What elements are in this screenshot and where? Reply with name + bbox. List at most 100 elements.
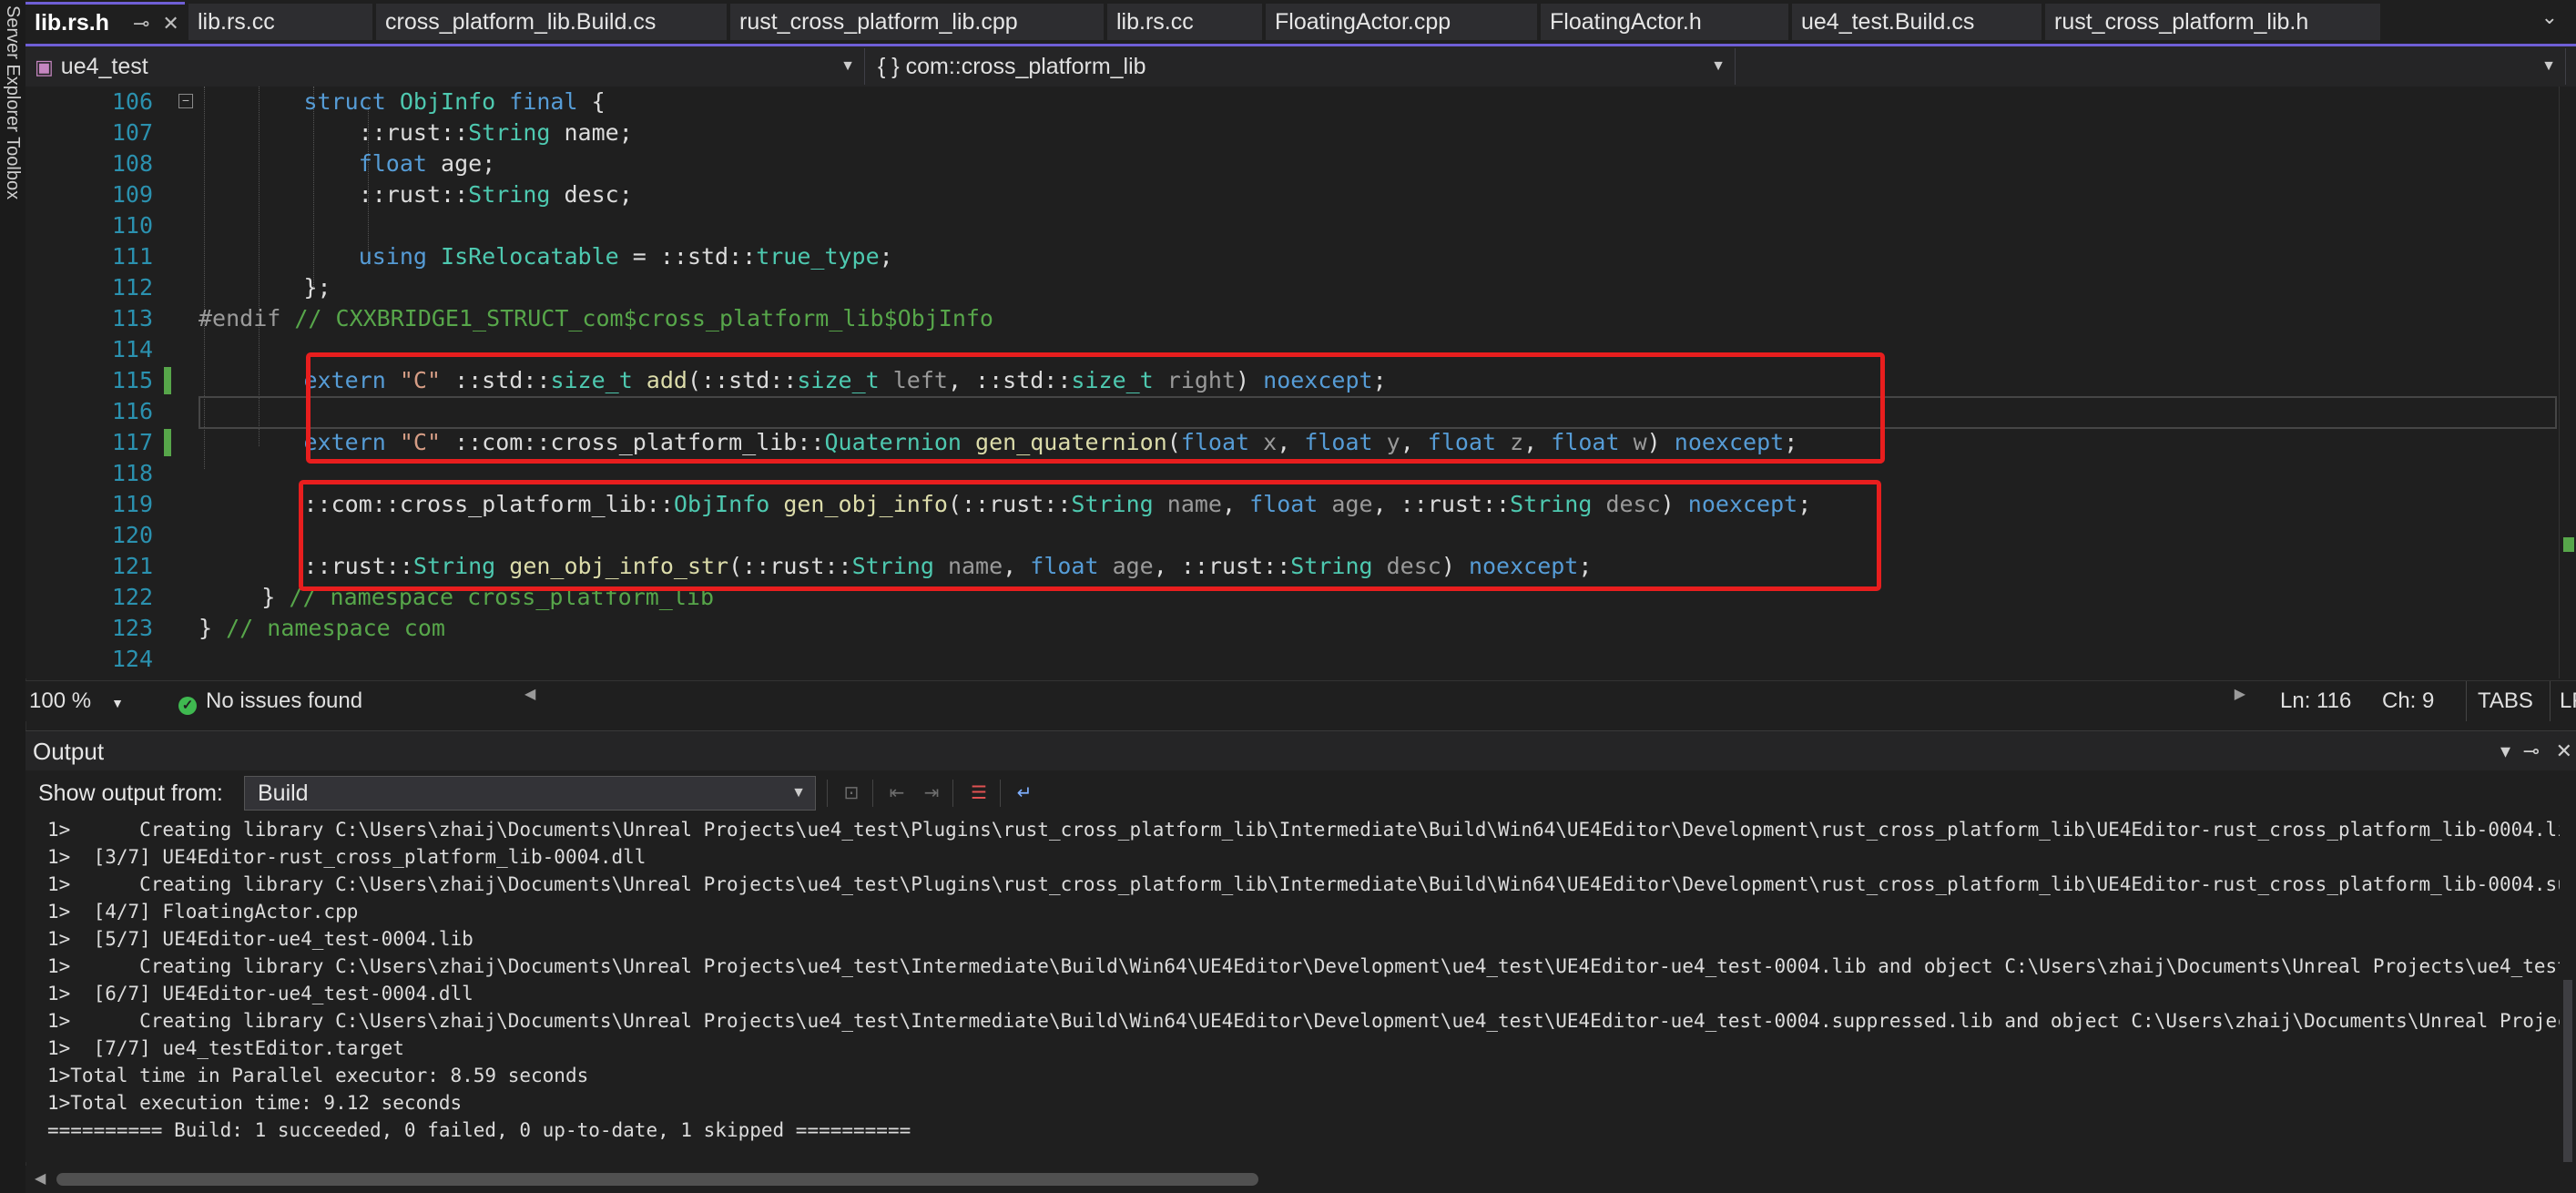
code-text: } // namespace com <box>199 613 445 644</box>
scroll-left-icon[interactable]: ◀ <box>35 1169 46 1188</box>
line-number: 112 <box>111 274 153 301</box>
side-tool-strip[interactable]: Server Explorer Toolbox <box>0 0 26 1193</box>
tab-label: lib.rs.cc <box>198 9 275 35</box>
show-output-from-value: Build <box>258 780 309 806</box>
word-wrap-icon[interactable]: ↵ <box>1011 780 1038 807</box>
editor-status-bar: 100 % ▼ ✓ No issues found ◀ ▶ Ln: 116 Ch: … <box>25 680 2576 721</box>
tab-lib-rs-cc[interactable]: lib.rs.cc <box>188 4 372 40</box>
line-ending-indicator[interactable]: LF <box>2550 681 2576 721</box>
code-line[interactable]: 124 <box>25 644 2557 675</box>
scope-dropdown[interactable]: { } com::cross_platform_lib ▼ <box>867 48 1736 85</box>
code-token: // CXXBRIDGE1_STRUCT_com$cross_platform_… <box>294 305 993 331</box>
zoom-dropdown[interactable]: 100 % ▼ <box>29 681 124 723</box>
log-line: 1> Creating library C:\Users\zhaij\Docum… <box>47 955 2560 977</box>
clear-all-icon[interactable]: ☰ <box>965 780 993 807</box>
line-number: 118 <box>111 460 153 486</box>
tab-label: ue4_test.Build.cs <box>1801 9 1975 35</box>
tab-overflow-chevron-icon[interactable]: ⌄ <box>2541 5 2558 29</box>
zoom-value: 100 % <box>29 688 92 713</box>
next-message-icon[interactable]: ⇥ <box>918 780 945 807</box>
code-line[interactable]: 113 #endif // CXXBRIDGE1_STRUCT_com$cross… <box>25 303 2557 334</box>
line-number: 111 <box>111 243 153 270</box>
highlight-box-extern-c <box>306 352 1885 464</box>
code-line[interactable]: 106 − struct ObjInfo final { <box>25 87 2557 117</box>
line-number: 124 <box>111 646 153 672</box>
tab-label: rust_cross_platform_lib.cpp <box>739 9 1018 35</box>
code-line[interactable]: 110 <box>25 210 2557 241</box>
scroll-left-icon[interactable]: ◀ <box>524 685 535 703</box>
line-number: 110 <box>111 212 153 239</box>
check-circle-icon: ✓ <box>178 697 197 715</box>
output-log[interactable]: 1> Creating library C:\Users\zhaij\Docum… <box>25 816 2560 1162</box>
scroll-right-icon[interactable]: ▶ <box>2235 685 2245 703</box>
code-text: #endif // CXXBRIDGE1_STRUCT_com$cross_pl… <box>199 303 993 334</box>
side-strip-label[interactable]: Server Explorer Toolbox <box>2 5 23 199</box>
editor-vertical-scrollbar[interactable] <box>2559 87 2576 678</box>
code-text: using IsRelocatable = ::std::true_type; <box>304 241 893 272</box>
code-line[interactable]: 107 ::rust::String name; <box>25 117 2557 148</box>
output-horizontal-scrollbar[interactable]: ◀ <box>25 1166 2576 1193</box>
code-token: String <box>468 181 565 208</box>
close-icon[interactable]: ✕ <box>162 12 178 35</box>
issues-indicator[interactable]: ✓ No issues found <box>178 681 362 721</box>
log-line: 1> [3/7] UE4Editor-rust_cross_platform_l… <box>47 846 647 868</box>
pin-icon[interactable]: ⊸ <box>2523 731 2540 771</box>
tab-lib-rs-cc-2[interactable]: lib.rs.cc <box>1107 4 1262 40</box>
scroll-thumb[interactable] <box>2563 980 2572 1162</box>
scroll-thumb[interactable] <box>56 1173 1258 1186</box>
pin-icon[interactable]: ⊸ <box>133 12 149 35</box>
code-token: ::rust:: <box>303 181 469 208</box>
member-dropdown[interactable]: ▼ <box>1737 48 2566 85</box>
find-message-icon[interactable]: ⊡ <box>838 780 865 807</box>
code-line[interactable]: 112}; <box>25 272 2557 303</box>
chevron-down-icon: ▼ <box>840 58 855 74</box>
code-token: String <box>468 119 565 146</box>
code-token: float <box>303 150 442 177</box>
toolbar-divider <box>952 780 953 807</box>
code-line[interactable]: 111 using IsRelocatable = ::std::true_ty… <box>25 241 2557 272</box>
chevron-down-icon: ▼ <box>111 696 124 710</box>
toolbar-divider <box>827 780 828 807</box>
issues-text: No issues found <box>206 688 363 713</box>
line-number: 117 <box>111 429 153 455</box>
fold-toggle-icon[interactable]: − <box>178 94 193 108</box>
tab-floatingactor-h[interactable]: FloatingActor.h <box>1541 4 1788 40</box>
indent-mode-indicator[interactable]: TABS <box>2466 681 2533 721</box>
project-dropdown[interactable]: ▣ ue4_test ▼ <box>25 48 865 85</box>
code-line[interactable]: 123} // namespace com <box>25 613 2557 644</box>
show-output-from-select[interactable]: Build ▼ <box>244 776 816 811</box>
panel-menu-chevron-icon[interactable]: ▾ <box>2500 731 2510 771</box>
code-text: ::rust::String name; <box>304 117 633 148</box>
change-marker <box>164 367 171 394</box>
chevron-down-icon: ▼ <box>2541 58 2556 74</box>
tab-rust-cross-platform-lib-cpp[interactable]: rust_cross_platform_lib.cpp <box>730 4 1104 40</box>
output-vertical-scrollbar[interactable] <box>2560 816 2576 1166</box>
code-line[interactable]: 108 float age; <box>25 148 2557 179</box>
close-icon[interactable]: ✕ <box>2556 731 2572 771</box>
tab-ue4-test-build-cs[interactable]: ue4_test.Build.cs <box>1792 4 2041 40</box>
tab-lib-rs-h[interactable]: lib.rs.h ⊸ ✕ <box>25 2 185 42</box>
editor-horizontal-scrollbar[interactable]: ◀ ▶ <box>524 687 2245 707</box>
code-editor[interactable]: 106 − struct ObjInfo final {107 ::rust::St… <box>25 87 2576 678</box>
line-number: 115 <box>111 367 153 393</box>
code-line[interactable]: 109 ::rust::String desc; <box>25 179 2557 210</box>
line-indicator[interactable]: Ln: 116 <box>2280 681 2351 721</box>
tab-label: lib.rs.cc <box>1116 9 1194 35</box>
code-token: { <box>591 88 606 115</box>
output-toolbar: Show output from: Build ▼ ⊡ ⇤ ⇥ ☰ ↵ <box>25 770 2576 816</box>
tab-label: lib.rs.h <box>35 10 109 36</box>
tab-cross-platform-lib-build-cs[interactable]: cross_platform_lib.Build.cs <box>376 4 727 40</box>
project-dropdown-value: ue4_test <box>60 54 148 79</box>
previous-message-icon[interactable]: ⇤ <box>883 780 911 807</box>
code-token: }; <box>303 274 331 301</box>
project-icon: ▣ <box>35 56 54 78</box>
tab-floatingactor-cpp[interactable]: FloatingActor.cpp <box>1266 4 1537 40</box>
tab-rust-cross-platform-lib-h[interactable]: rust_cross_platform_lib.h <box>2045 4 2380 40</box>
code-token: ::rust:: <box>303 119 469 146</box>
code-token: } <box>199 615 227 641</box>
column-indicator[interactable]: Ch: 9 <box>2382 681 2434 721</box>
code-token: final <box>509 88 592 115</box>
show-output-from-label: Show output from: <box>38 780 223 806</box>
code-token: IsRelocatable <box>441 243 633 270</box>
output-panel-title: Output <box>33 738 105 765</box>
